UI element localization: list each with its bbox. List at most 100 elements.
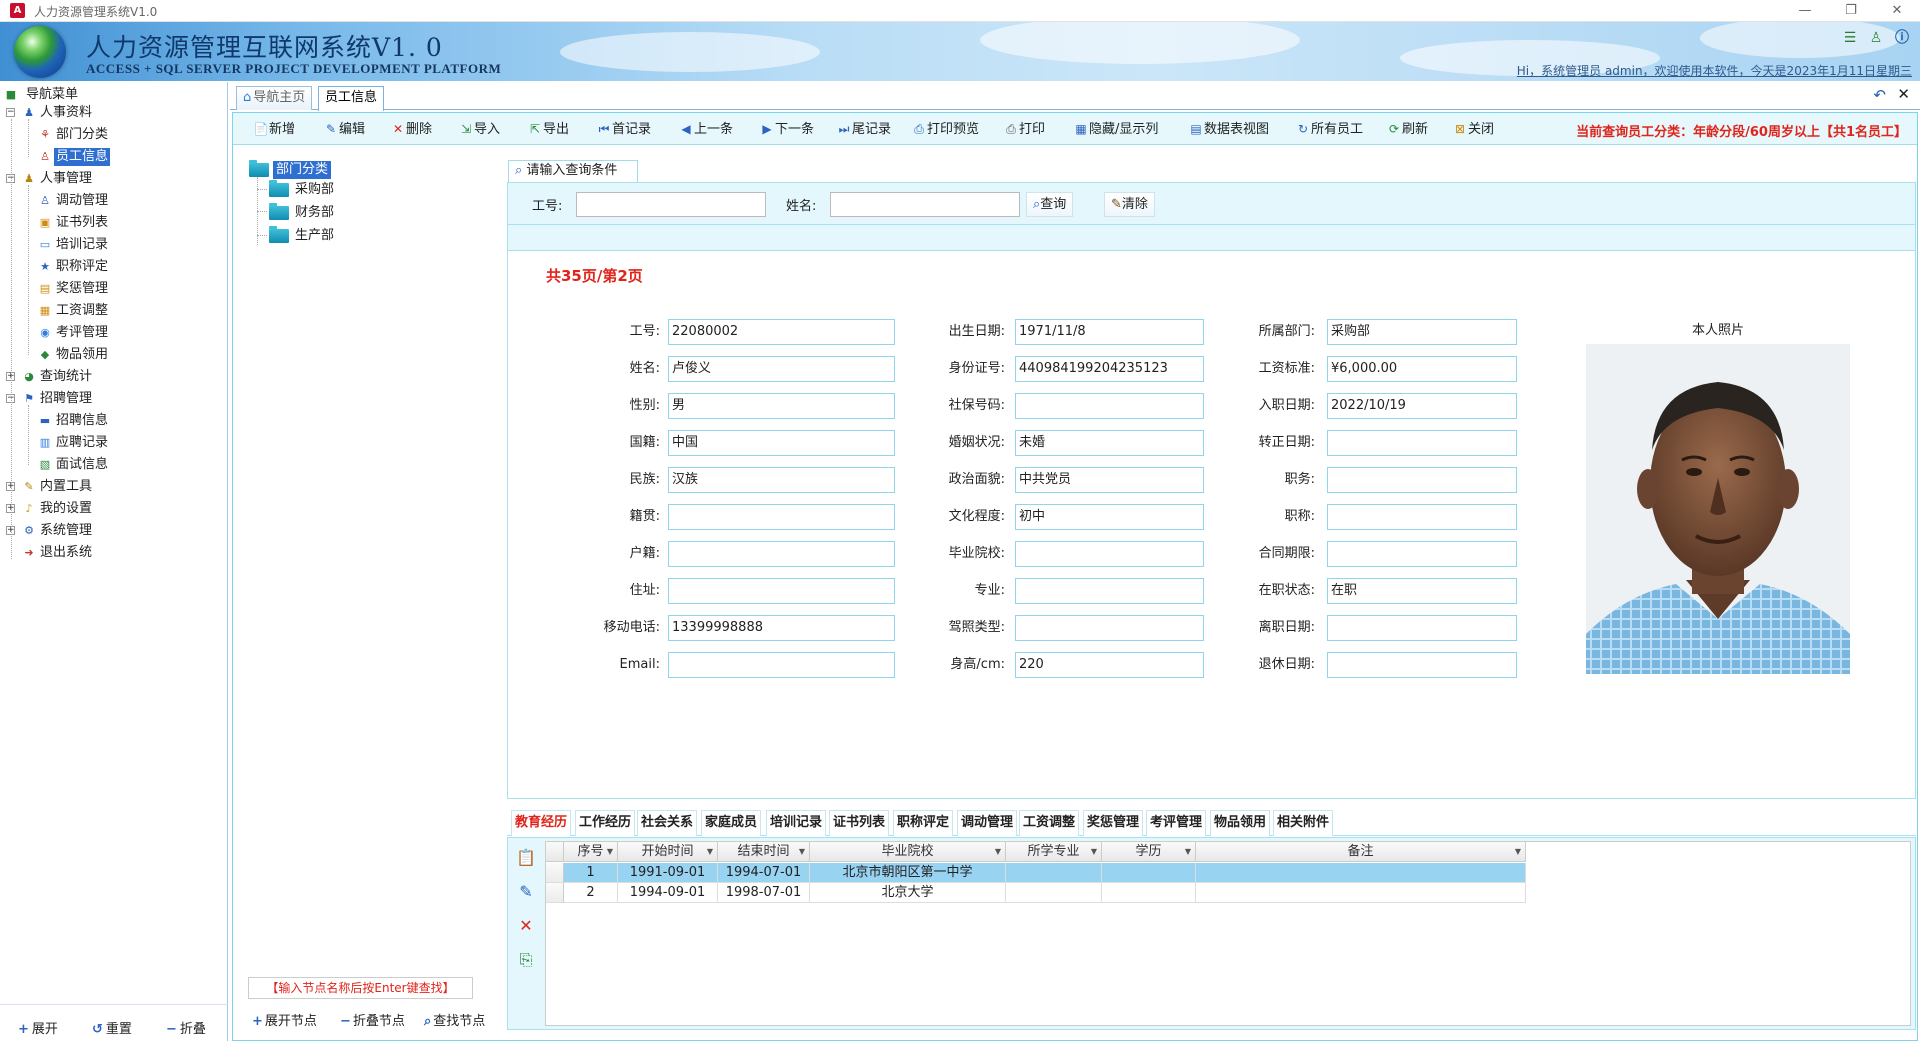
sidebar-item[interactable]: − ♟ 人事管理 <box>0 168 228 190</box>
toolbar-button[interactable]: ⇲ 导入 <box>458 120 500 138</box>
sidebar-item[interactable]: ◉ 考评管理 <box>0 322 228 344</box>
field-input[interactable]: 1971/11/8 <box>1015 319 1204 345</box>
field-input[interactable] <box>1327 541 1517 567</box>
field-input[interactable]: 中共党员 <box>1015 467 1204 493</box>
field-input[interactable] <box>1015 393 1204 419</box>
sidebar-item[interactable]: ◆ 物品领用 <box>0 344 228 366</box>
tree-find-hint[interactable]: 【输入节点名称后按Enter键查找】 <box>248 977 473 999</box>
list-icon[interactable]: ☰ <box>1840 28 1860 48</box>
toolbar-button[interactable]: ⏭ 尾记录 <box>836 120 891 138</box>
close-window-icon[interactable]: ✕ <box>1874 0 1920 22</box>
restore-icon[interactable]: ❐ <box>1828 0 1874 22</box>
toolbar-button[interactable]: ⟳ 刷新 <box>1386 120 1428 138</box>
toolbar-button[interactable]: ✎ 编辑 <box>323 120 365 138</box>
field-input[interactable] <box>1015 541 1204 567</box>
sidebar-item[interactable]: ▤ 奖惩管理 <box>0 278 228 300</box>
toolbar-button[interactable]: ⊠ 关闭 <box>1452 120 1494 138</box>
field-input[interactable]: 在职 <box>1327 578 1517 604</box>
sidebar-item[interactable]: ♙ 员工信息 <box>0 146 228 168</box>
subtab[interactable]: 物品领用 <box>1210 810 1271 836</box>
search-button[interactable]: ⌕查询 <box>1026 192 1074 217</box>
field-input[interactable] <box>668 652 895 678</box>
field-input[interactable]: 中国 <box>668 430 895 456</box>
welcome-message[interactable]: Hi，系统管理员 admin，欢迎使用本软件，今天是2023年1月11日星期三 <box>1517 62 1912 79</box>
field-input[interactable]: 未婚 <box>1015 430 1204 456</box>
tab-employee-info[interactable]: 员工信息 <box>318 86 385 111</box>
grid-column-header[interactable]: 学历 ▼ <box>1102 842 1196 862</box>
export-grid-icon[interactable]: ⎘ <box>513 947 539 973</box>
toolbar-button[interactable]: ⎙ 打印 <box>1003 120 1045 138</box>
subtab[interactable]: 教育经历 <box>511 810 572 836</box>
subtab[interactable]: 社会关系 <box>637 810 698 836</box>
table-cell[interactable] <box>1102 863 1196 883</box>
table-cell[interactable]: 1994-07-01 <box>718 863 810 883</box>
subtab[interactable]: 相关附件 <box>1273 810 1334 836</box>
expand-all-button[interactable]: + 展开 <box>18 1018 58 1037</box>
subtab[interactable]: 奖惩管理 <box>1083 810 1144 836</box>
subtab[interactable]: 调动管理 <box>957 810 1018 836</box>
table-cell[interactable]: 2 <box>564 883 618 903</box>
sidebar-item[interactable]: + ◕ 查询统计 <box>0 366 228 388</box>
table-cell[interactable] <box>1102 883 1196 903</box>
name-query-input[interactable] <box>830 192 1020 217</box>
toolbar-button[interactable]: ▦ 隐藏/显示列 <box>1073 120 1158 138</box>
reset-button[interactable]: ↺ 重置 <box>92 1018 132 1037</box>
sidebar-item[interactable]: ▬ 招聘信息 <box>0 410 228 432</box>
row-indicator[interactable] <box>546 883 564 903</box>
table-cell[interactable]: 1991-09-01 <box>618 863 718 883</box>
toolbar-button[interactable]: ◀ 上一条 <box>678 120 733 138</box>
collapse-node-button[interactable]: − 折叠节点 <box>340 1010 405 1029</box>
grid-column-header[interactable]: 结束时间 ▼ <box>718 842 810 862</box>
field-input[interactable]: 采购部 <box>1327 319 1517 345</box>
field-input[interactable]: 卢俊义 <box>668 356 895 382</box>
toolbar-button[interactable]: ↻ 所有员工 <box>1295 120 1363 138</box>
toolbar-button[interactable]: 📄新增 <box>253 120 296 138</box>
tab-home[interactable]: ⌂ 导航主页 <box>236 86 313 110</box>
field-input[interactable] <box>668 504 895 530</box>
field-input[interactable] <box>1015 615 1204 641</box>
table-cell[interactable] <box>1006 863 1102 883</box>
field-input[interactable]: 220 <box>1015 652 1204 678</box>
grid-column-header[interactable]: 毕业院校 ▼ <box>810 842 1006 862</box>
sidebar-item[interactable]: ♙ 调动管理 <box>0 190 228 212</box>
grid-column-header[interactable]: 开始时间 ▼ <box>618 842 718 862</box>
toolbar-button[interactable]: ⇱ 导出 <box>527 120 569 138</box>
sidebar-item[interactable]: ⚘ 部门分类 <box>0 124 228 146</box>
query-tab[interactable]: ⌕ 请输入查询条件 <box>508 160 638 182</box>
field-input[interactable] <box>1327 615 1517 641</box>
grid-column-header[interactable]: 备注 ▼ <box>1196 842 1526 862</box>
sidebar-item[interactable]: ➜ 退出系统 <box>0 542 228 564</box>
toolbar-button[interactable]: ▤ 数据表视图 <box>1188 120 1269 138</box>
add-row-icon[interactable]: 📋 <box>513 845 539 871</box>
expand-node-button[interactable]: + 展开节点 <box>252 1010 317 1029</box>
field-input[interactable]: ¥6,000.00 <box>1327 356 1517 382</box>
field-input[interactable]: 13399998888 <box>668 615 895 641</box>
field-input[interactable]: 440984199204235123 <box>1015 356 1204 382</box>
table-cell[interactable]: 北京大学 <box>810 883 1006 903</box>
sidebar-item[interactable]: + ✎ 内置工具 <box>0 476 228 498</box>
subtab[interactable]: 工作经历 <box>575 810 636 836</box>
field-input[interactable]: 22080002 <box>668 319 895 345</box>
toolbar-button[interactable]: ✕ 删除 <box>390 120 432 138</box>
minimize-icon[interactable]: — <box>1782 0 1828 22</box>
sidebar-item[interactable]: ▥ 应聘记录 <box>0 432 228 454</box>
table-cell[interactable]: 1 <box>564 863 618 883</box>
edit-row-icon[interactable]: ✎ <box>513 879 539 905</box>
field-input[interactable]: 初中 <box>1015 504 1204 530</box>
sidebar-item[interactable]: − ⚑ 招聘管理 <box>0 388 228 410</box>
toolbar-button[interactable]: ▶ 下一条 <box>759 120 814 138</box>
subtab[interactable]: 考评管理 <box>1146 810 1207 836</box>
toolbar-button[interactable]: ⏮ 首记录 <box>596 120 651 138</box>
user-icon[interactable]: ♙ <box>1866 28 1886 48</box>
field-input[interactable] <box>668 578 895 604</box>
find-node-button[interactable]: ⌕ 查找节点 <box>424 1010 485 1029</box>
subtab[interactable]: 职称评定 <box>893 810 954 836</box>
row-indicator[interactable] <box>546 863 564 883</box>
employee-photo[interactable] <box>1586 344 1850 674</box>
subtab[interactable]: 家庭成员 <box>701 810 762 836</box>
id-query-input[interactable] <box>576 192 766 217</box>
sidebar-item[interactable]: ▭ 培训记录 <box>0 234 228 256</box>
field-input[interactable] <box>1327 652 1517 678</box>
grid-column-header[interactable]: 序号 ▼ <box>564 842 618 862</box>
sidebar-item[interactable]: − ♟ 人事资料 <box>0 102 228 124</box>
